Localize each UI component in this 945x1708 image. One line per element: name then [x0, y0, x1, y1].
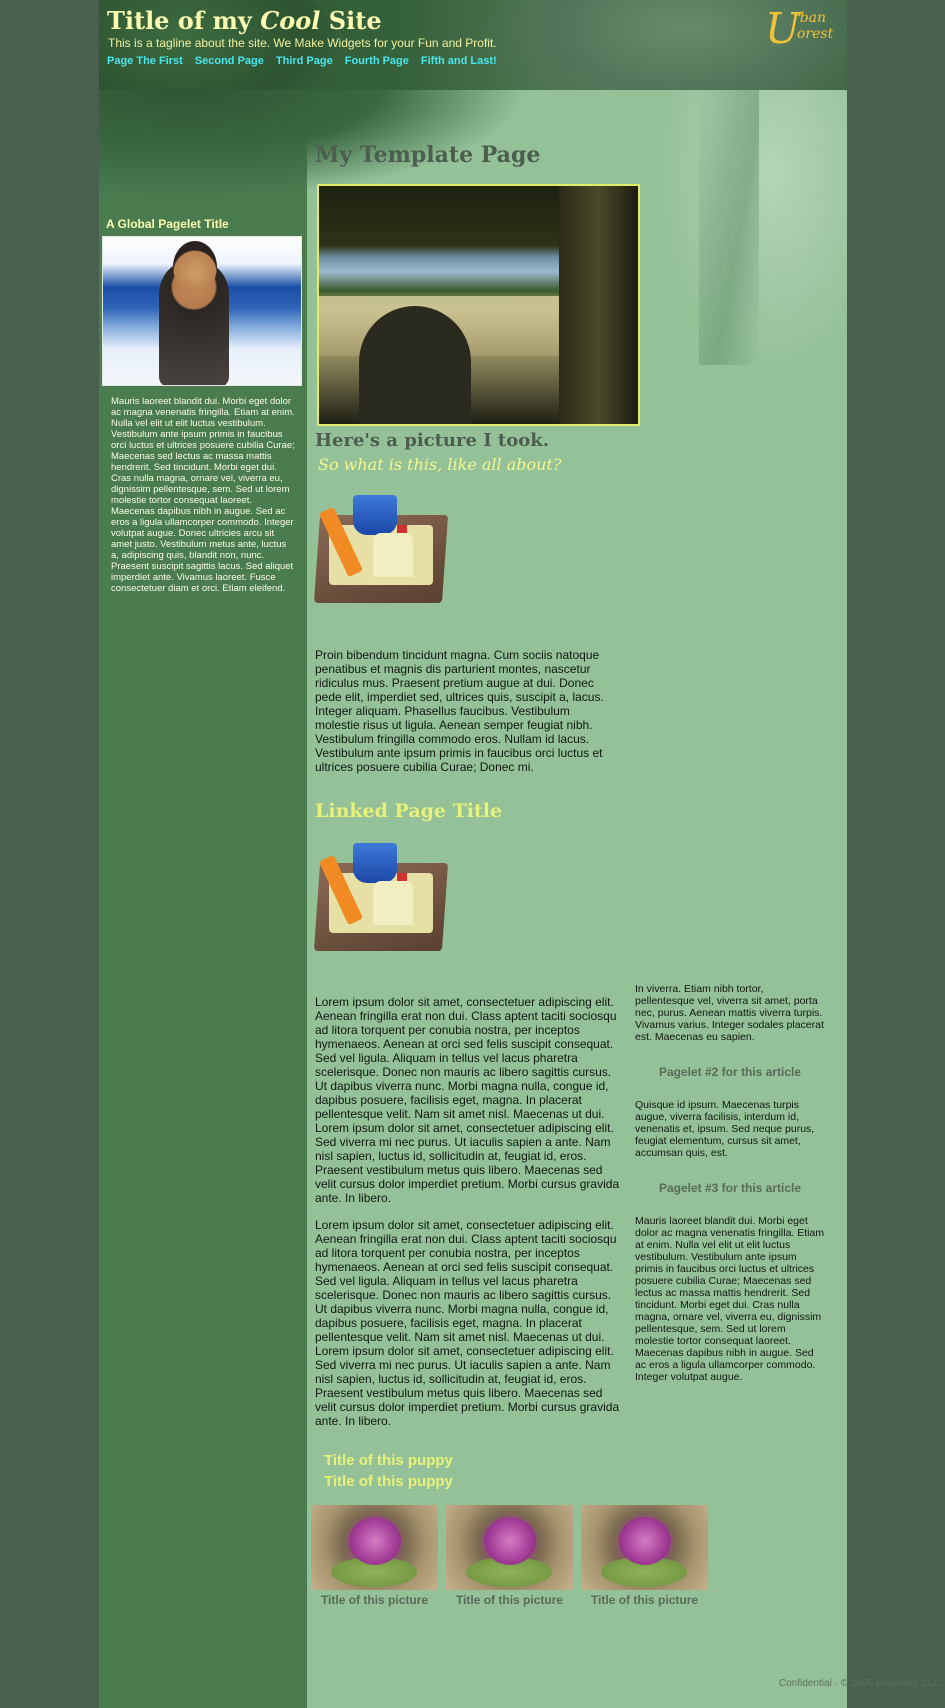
gallery-item[interactable]: Title of this picture — [311, 1505, 438, 1607]
puppy-title[interactable]: Title of this puppy — [324, 1473, 453, 1490]
article-pagelet-text: In viverra. Etiam nibh tortor, pellentes… — [635, 983, 824, 1043]
picture-caption: Title of this picture — [320, 1593, 429, 1607]
flower-thumbnail[interactable] — [581, 1505, 708, 1590]
main-navigation: Page The First Second Page Third Page Fo… — [107, 55, 497, 67]
pagelet-photo — [102, 236, 302, 386]
article-pagelet-title: Pagelet #3 for this article — [658, 1181, 802, 1195]
nav-item-fifth-and-last[interactable]: Fifth and Last! — [421, 55, 497, 67]
urban-forest-logo[interactable]: U rban orest — [761, 4, 841, 56]
site-title[interactable]: Title of my Cool Site — [107, 6, 382, 35]
flower-thumbnail[interactable] — [311, 1505, 438, 1590]
nav-item-fourth-page[interactable]: Fourth Page — [345, 55, 409, 67]
global-pagelet-title: A Global Pagelet Title — [106, 217, 229, 231]
picture-caption: Title of this picture — [590, 1593, 699, 1607]
puppy-title[interactable]: Title of this puppy — [324, 1452, 453, 1469]
page-title: My Template Page — [315, 142, 541, 168]
gallery-item[interactable]: Title of this picture — [581, 1505, 708, 1607]
article-pagelet-title: Pagelet #2 for this article — [658, 1065, 802, 1079]
sandbox-icon[interactable] — [313, 843, 449, 953]
body-paragraph: Lorem ipsum dolor sit amet, consectetuer… — [315, 1218, 620, 1428]
photo-caption: Here's a picture I took. — [315, 430, 549, 451]
article-pagelets: In viverra. Etiam nibh tortor, pellentes… — [635, 983, 825, 1383]
nav-item-page-the-first[interactable]: Page The First — [107, 55, 183, 67]
main-photo — [317, 184, 640, 426]
picture-gallery: Title of this picture Title of this pict… — [311, 1505, 708, 1607]
article-pagelet-text: Mauris laoreet blandit dui. Morbi eget d… — [635, 1215, 825, 1383]
body-paragraph: Proin bibendum tincidunt magna. Cum soci… — [315, 648, 604, 774]
nav-item-third-page[interactable]: Third Page — [276, 55, 333, 67]
site-tagline: This is a tagline about the site. We Mak… — [108, 36, 497, 50]
footer-copyright: Confidential · © 2005 Biophony, LLC. — [779, 1678, 944, 1689]
article-pagelet-text: Quisque id ipsum. Maecenas turpis augue,… — [635, 1099, 815, 1159]
flower-thumbnail[interactable] — [446, 1505, 573, 1590]
global-pagelet-text: Mauris laoreet blandit dui. Morbi eget d… — [111, 396, 295, 594]
gallery-item[interactable]: Title of this picture — [446, 1505, 573, 1607]
nav-item-second-page[interactable]: Second Page — [195, 55, 264, 67]
page-container: Title of my Cool Site This is a tagline … — [99, 0, 944, 1708]
photo-subcaption: So what is this, like all about? — [318, 455, 562, 474]
tree-decoration — [659, 90, 847, 365]
sandbox-icon — [313, 495, 449, 605]
linked-page-title[interactable]: Linked Page Title — [315, 800, 502, 822]
picture-caption: Title of this picture — [455, 1593, 564, 1607]
body-paragraph: Lorem ipsum dolor sit amet, consectetuer… — [315, 995, 620, 1205]
site-header: Title of my Cool Site This is a tagline … — [99, 0, 847, 90]
